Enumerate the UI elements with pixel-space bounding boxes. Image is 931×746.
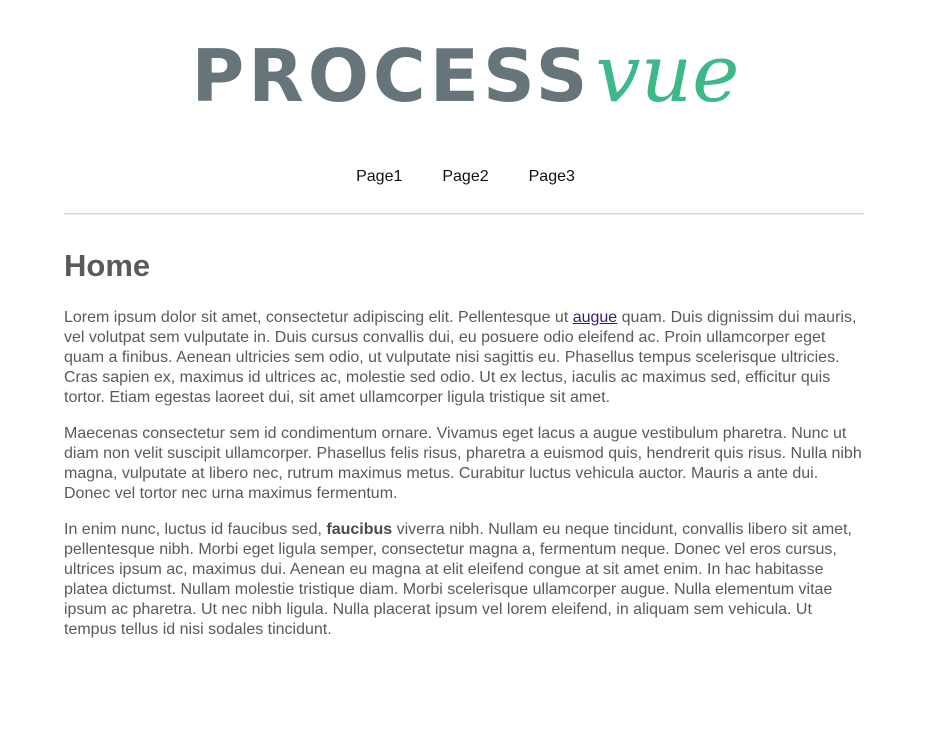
logo-process-text: PROCESS	[191, 34, 592, 118]
nav-link-page3[interactable]: Page3	[529, 168, 575, 186]
augue-link[interactable]: augue	[573, 309, 618, 326]
main-nav: Page1 Page2 Page3	[0, 168, 931, 186]
logo-vue-text: vue	[595, 27, 740, 120]
page: PROCESSvue Page1 Page2 Page3 Home Lorem …	[0, 0, 931, 746]
logo[interactable]: PROCESSvue	[0, 34, 931, 114]
page-title: Home	[64, 248, 151, 283]
paragraph-3: In enim nunc, luctus id faucibus sed, fa…	[64, 520, 864, 640]
paragraph-3-text-after: viverra nibh. Nullam eu neque tincidunt,…	[64, 521, 852, 638]
paragraph-2: Maecenas consectetur sem id condimentum …	[64, 425, 862, 502]
nav-link-page2[interactable]: Page2	[442, 168, 488, 186]
header-divider	[64, 213, 864, 215]
paragraph-3-bold-text: faucibus	[326, 521, 393, 538]
paragraph-1: Lorem ipsum dolor sit amet, consectetur …	[64, 308, 864, 408]
nav-link-page1[interactable]: Page1	[356, 168, 402, 186]
paragraph-1-text-before: Lorem ipsum dolor sit amet, consectetur …	[64, 309, 573, 326]
paragraph-3-text-before: In enim nunc, luctus id faucibus sed,	[64, 521, 327, 538]
main-content: Home Lorem ipsum dolor sit amet, consect…	[64, 248, 864, 656]
